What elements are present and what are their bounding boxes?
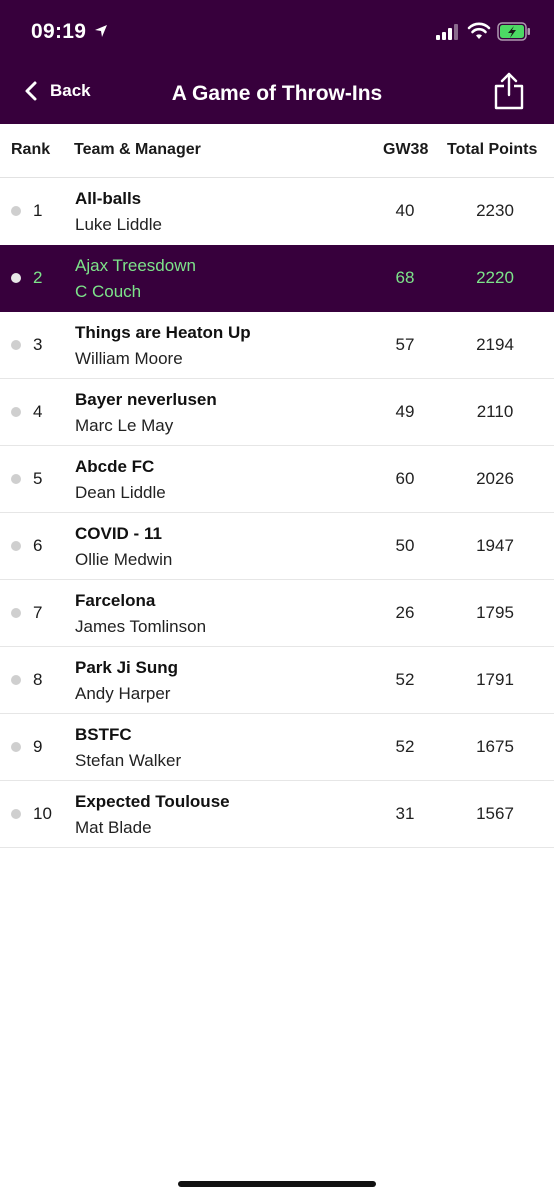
row-rank: 5 [33,469,43,488]
standings-table: 1 All-balls Luke Liddle 40 2230 2 Ajax T… [0,178,554,848]
row-gw-points: 31 [395,804,415,823]
movement-dot-icon [11,675,21,685]
row-manager-name: Andy Harper [75,684,171,703]
movement-dot-icon [11,742,21,752]
share-icon[interactable] [493,72,525,110]
table-row[interactable]: 6 COVID - 11 Ollie Medwin 50 1947 [0,513,554,580]
team-column-header: Team & Manager [74,141,201,158]
row-manager-name: Dean Liddle [75,483,166,502]
row-manager-name: Luke Liddle [75,215,162,234]
row-rank: 8 [33,670,43,689]
row-manager-name: C Couch [75,282,142,301]
row-manager-name: William Moore [75,349,183,368]
row-total-points: 1947 [476,536,514,555]
page-title: A Game of Throw-Ins [171,82,383,105]
table-row-highlighted[interactable]: 2 Ajax Treesdown C Couch 68 2220 [0,245,554,312]
row-gw-points: 49 [395,402,415,421]
table-row[interactable]: 1 All-balls Luke Liddle 40 2230 [0,178,554,245]
table-row[interactable]: 4 Bayer neverlusen Marc Le May 49 2110 [0,379,554,446]
row-team-name: Bayer neverlusen [75,390,217,409]
nav-bar: Back A Game of Throw-Ins [0,70,554,118]
row-team-name: Ajax Treesdown [75,256,196,275]
row-manager-name: James Tomlinson [75,617,207,636]
wifi-icon [467,22,491,39]
row-gw-points: 52 [395,737,415,756]
total-points-column-header: Total Points [447,141,538,158]
row-gw-points: 68 [395,268,415,287]
row-gw-points: 60 [395,469,415,488]
app-header: 09:19 Back A Game of Throw-Ins [0,0,554,124]
row-rank: 4 [33,402,43,421]
row-total-points: 2220 [476,268,514,287]
row-manager-name: Stefan Walker [75,751,182,770]
row-total-points: 2026 [476,469,514,488]
cellular-signal-icon [436,24,458,40]
row-manager-name: Ollie Medwin [75,550,173,569]
row-team-name: All-balls [75,189,142,208]
row-total-points: 2110 [476,402,514,421]
table-row[interactable]: 7 Farcelona James Tomlinson 26 1795 [0,580,554,647]
table-header: Rank Team & Manager GW38 Total Points [0,124,554,178]
rank-column-header: Rank [11,141,51,158]
row-rank: 7 [33,603,43,622]
row-gw-points: 26 [395,603,415,622]
row-team-name: Park Ji Sung [75,658,178,677]
movement-dot-icon [11,608,21,618]
row-gw-points: 40 [395,201,415,220]
row-team-name: Things are Heaton Up [75,323,251,342]
table-row[interactable]: 8 Park Ji Sung Andy Harper 52 1791 [0,647,554,714]
row-manager-name: Marc Le May [75,416,174,435]
location-arrow-icon [95,25,107,37]
row-total-points: 2194 [476,335,514,354]
status-bar: 09:19 [0,0,554,62]
home-indicator[interactable] [178,1181,376,1187]
movement-dot-icon [11,206,21,216]
movement-dot-icon [11,340,21,350]
row-gw-points: 50 [395,536,415,555]
table-row[interactable]: 3 Things are Heaton Up William Moore 57 … [0,312,554,379]
movement-dot-icon [11,809,21,819]
movement-dot-icon [11,273,21,283]
movement-dot-icon [11,407,21,417]
row-team-name: Farcelona [75,591,156,610]
row-rank: 10 [33,804,52,823]
row-team-name: Abcde FC [75,457,155,476]
row-rank: 3 [33,335,43,354]
row-gw-points: 57 [395,335,415,354]
table-row[interactable]: 10 Expected Toulouse Mat Blade 31 1567 [0,781,554,848]
row-total-points: 1675 [476,737,514,756]
table-row[interactable]: 9 BSTFC Stefan Walker 52 1675 [0,714,554,781]
row-gw-points: 52 [395,670,415,689]
row-total-points: 1567 [476,804,514,823]
status-time: 09:19 [31,20,87,43]
row-total-points: 2230 [476,201,514,220]
row-rank: 1 [33,201,43,220]
row-team-name: Expected Toulouse [75,792,230,811]
table-row[interactable]: 5 Abcde FC Dean Liddle 60 2026 [0,446,554,513]
row-total-points: 1795 [476,603,514,622]
row-rank: 6 [33,536,43,555]
row-total-points: 1791 [476,670,514,689]
row-manager-name: Mat Blade [75,818,152,837]
battery-icon [497,22,530,41]
row-rank: 9 [33,737,43,756]
gw-column-header: GW38 [383,141,429,158]
row-team-name: BSTFC [75,725,132,744]
row-team-name: COVID - 11 [75,524,162,543]
movement-dot-icon [11,541,21,551]
movement-dot-icon [11,474,21,484]
row-rank: 2 [33,268,43,287]
